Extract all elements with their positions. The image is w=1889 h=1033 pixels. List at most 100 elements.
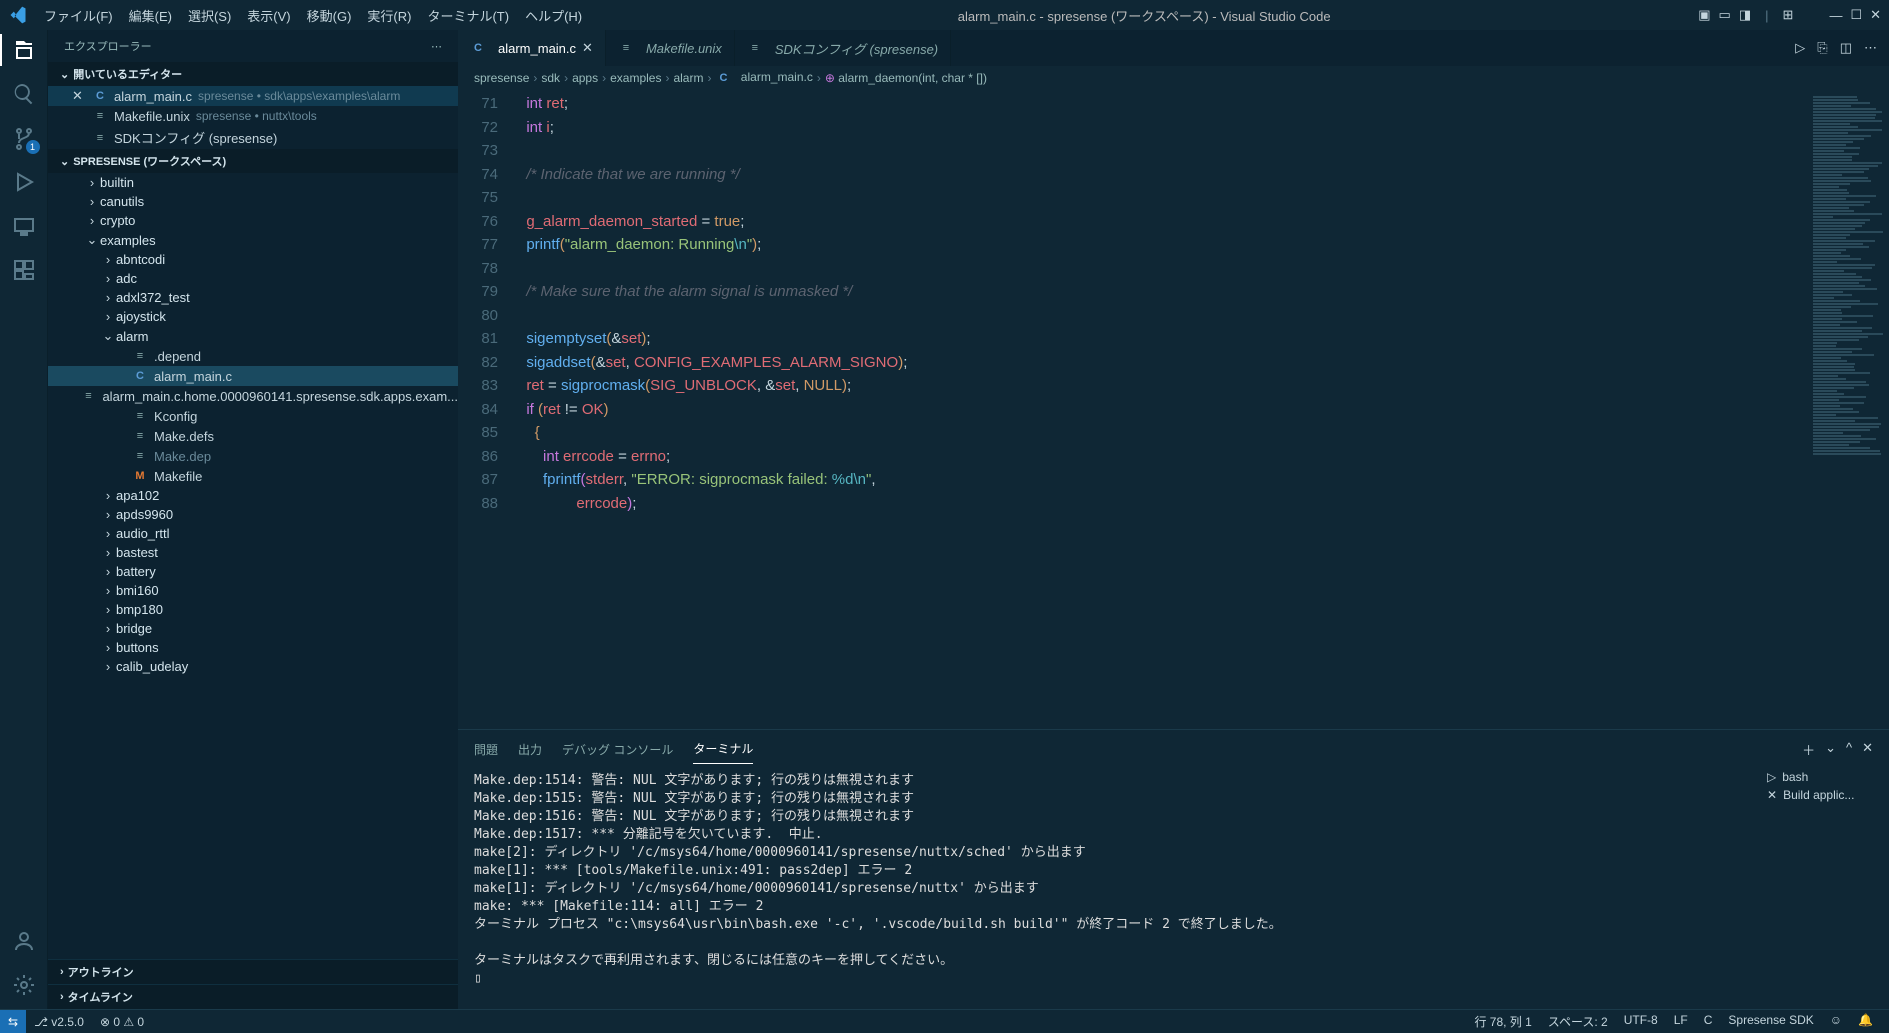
folder-item[interactable]: ›bastest [48, 543, 458, 562]
outline-header[interactable]: ›アウトライン [48, 959, 458, 984]
folder-item[interactable]: ›audio_rttl [48, 524, 458, 543]
file-item[interactable]: ≡alarm_main.c.home.0000960141.spresense.… [48, 386, 458, 406]
folder-item[interactable]: ›ajoystick [48, 307, 458, 326]
workspace-header[interactable]: ⌄SPRESENSE (ワークスペース) [48, 149, 458, 173]
folder-item[interactable]: ›crypto [48, 211, 458, 230]
panel-tab[interactable]: デバッグ コンソール [562, 735, 673, 764]
folder-item[interactable]: ›adxl372_test [48, 288, 458, 307]
terminal-output[interactable]: Make.dep:1514: 警告: NUL 文字があります; 行の残りは無視さ… [458, 764, 1759, 1009]
code-editor[interactable]: int ret; int i; /* Indicate that we are … [518, 90, 1809, 729]
folder-item[interactable]: ›apds9960 [48, 505, 458, 524]
breadcrumb-item[interactable]: C alarm_main.c [715, 70, 812, 86]
dropdown-icon[interactable]: ⌄ [1825, 740, 1836, 759]
editor-tab[interactable]: ≡Makefile.unix [606, 30, 735, 66]
folder-item[interactable]: ›bmi160 [48, 581, 458, 600]
file-item[interactable]: ≡.depend [48, 346, 458, 366]
breadcrumb-item[interactable]: alarm [673, 71, 703, 85]
eol[interactable]: LF [1666, 1013, 1696, 1030]
maximize-panel-icon[interactable]: ^ [1846, 740, 1852, 759]
breadcrumb[interactable]: spresense›sdk›apps›examples›alarm›C alar… [458, 66, 1889, 90]
open-editor-item[interactable]: ✕≡SDKコンフィグ (spresense) [48, 126, 458, 149]
maximize-icon[interactable]: ☐ [1850, 7, 1862, 23]
menu-item[interactable]: 編集(E) [121, 2, 180, 29]
breadcrumb-item[interactable]: examples [610, 71, 661, 85]
menu-item[interactable]: ヘルプ(H) [517, 2, 590, 29]
breadcrumb-item[interactable]: ⊕ alarm_daemon(int, char * []) [825, 71, 987, 85]
folder-item[interactable]: ›calib_udelay [48, 657, 458, 676]
cursor-position[interactable]: 行 78, 列 1 [1466, 1013, 1539, 1030]
file-item[interactable]: ≡Kconfig [48, 406, 458, 426]
panel-tab[interactable]: ターミナル [693, 734, 753, 764]
timeline-header[interactable]: ›タイムライン [48, 984, 458, 1009]
scm-icon[interactable]: 1 [12, 126, 36, 150]
menu-item[interactable]: 選択(S) [180, 2, 239, 29]
file-item[interactable]: Calarm_main.c [48, 366, 458, 386]
more-icon[interactable]: ⋯ [431, 40, 442, 53]
feedback-icon[interactable]: ☺ [1822, 1013, 1850, 1030]
notifications-icon[interactable]: 🔔 [1850, 1013, 1881, 1030]
more-icon[interactable]: ⋯ [1864, 40, 1877, 56]
menu-item[interactable]: 移動(G) [299, 2, 360, 29]
close-panel-icon[interactable]: ✕ [1862, 740, 1873, 759]
layout-icon[interactable]: ▣ [1698, 7, 1710, 23]
git-branch[interactable]: ⎇ v2.5.0 [26, 1015, 92, 1029]
search-icon[interactable] [12, 82, 36, 106]
menu-item[interactable]: ファイル(F) [36, 2, 121, 29]
panel-tab[interactable]: 出力 [518, 735, 542, 764]
open-editor-item[interactable]: ✕≡Makefile.unixspresense • nuttx\tools [48, 106, 458, 126]
extensions-icon[interactable] [12, 258, 36, 282]
layout-icon[interactable]: ⊞ [1783, 7, 1794, 23]
encoding[interactable]: UTF-8 [1616, 1013, 1666, 1030]
folder-item[interactable]: ⌄examples [48, 230, 458, 250]
editor-tab[interactable]: ≡SDKコンフィグ (spresense) [735, 30, 951, 66]
run-icon[interactable]: ▷ [1795, 40, 1805, 56]
open-editors-header[interactable]: ⌄開いているエディター [48, 62, 458, 86]
remote-button[interactable]: ⇆ [0, 1010, 26, 1033]
menu-item[interactable]: ターミナル(T) [419, 2, 517, 29]
layout-icon[interactable]: ▭ [1719, 7, 1731, 23]
editor-tab[interactable]: Calarm_main.c✕ [458, 30, 606, 66]
remote-icon[interactable] [12, 214, 36, 238]
split-icon[interactable]: ◫ [1840, 40, 1852, 56]
settings-icon[interactable] [12, 973, 36, 997]
folder-item[interactable]: ›abntcodi [48, 250, 458, 269]
account-icon[interactable] [12, 929, 36, 953]
language-mode[interactable]: C [1696, 1013, 1721, 1030]
terminal-icon[interactable]: ⎘ [1817, 40, 1827, 56]
folder-item[interactable]: ›battery [48, 562, 458, 581]
close-icon[interactable]: ✕ [1870, 7, 1881, 23]
file-item[interactable]: ≡Make.dep [48, 446, 458, 466]
folder-item[interactable]: ›canutils [48, 192, 458, 211]
close-icon[interactable]: ✕ [72, 88, 88, 104]
sdk-status[interactable]: Spresense SDK [1720, 1013, 1821, 1030]
folder-item[interactable]: ›bmp180 [48, 600, 458, 619]
minimap[interactable] [1809, 90, 1889, 729]
close-icon[interactable]: ✕ [582, 40, 593, 56]
line-number: 77 [458, 233, 498, 257]
folder-item[interactable]: ›apa102 [48, 486, 458, 505]
chevron-icon: ⌄ [100, 328, 116, 344]
panel-tab[interactable]: 問題 [474, 735, 498, 764]
problems-count[interactable]: ⊗ 0 ⚠ 0 [92, 1015, 152, 1029]
layout-icon[interactable]: ◨ [1739, 7, 1751, 23]
minimize-icon[interactable]: — [1829, 8, 1842, 23]
folder-item[interactable]: ›builtin [48, 173, 458, 192]
terminal-item[interactable]: ▷bash [1767, 768, 1881, 786]
indentation[interactable]: スペース: 2 [1540, 1013, 1616, 1030]
menu-item[interactable]: 表示(V) [239, 2, 298, 29]
breadcrumb-item[interactable]: sdk [541, 71, 560, 85]
open-editor-item[interactable]: ✕Calarm_main.cspresense • sdk\apps\examp… [48, 86, 458, 106]
menu-item[interactable]: 実行(R) [359, 2, 419, 29]
breadcrumb-item[interactable]: spresense [474, 71, 529, 85]
folder-item[interactable]: ›buttons [48, 638, 458, 657]
folder-item[interactable]: ›adc [48, 269, 458, 288]
folder-item[interactable]: ›bridge [48, 619, 458, 638]
terminal-item[interactable]: ✕Build applic... [1767, 786, 1881, 804]
file-item[interactable]: ≡Make.defs [48, 426, 458, 446]
new-terminal-icon[interactable]: ＋ [1802, 740, 1815, 759]
debug-icon[interactable] [12, 170, 36, 194]
explorer-icon[interactable] [12, 38, 36, 62]
breadcrumb-item[interactable]: apps [572, 71, 598, 85]
file-item[interactable]: MMakefile [48, 466, 458, 486]
folder-item[interactable]: ⌄alarm [48, 326, 458, 346]
